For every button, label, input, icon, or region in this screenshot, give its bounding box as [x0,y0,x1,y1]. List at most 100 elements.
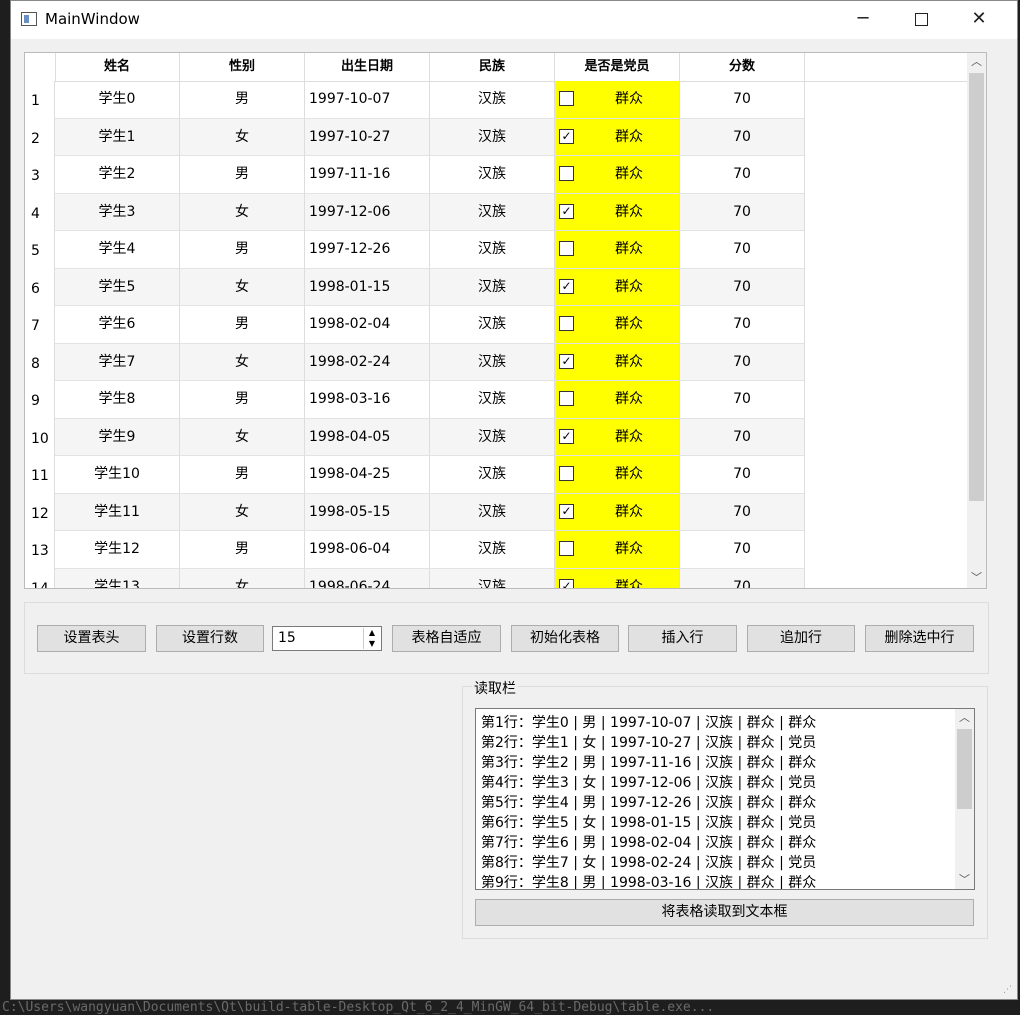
cell-party-member[interactable]: ✓ 群众 [555,268,680,306]
cell-birthdate[interactable]: 1998-04-25 [305,456,430,494]
scroll-up-icon[interactable]: ︿ [967,53,986,71]
cell-name[interactable]: 学生12 [55,531,180,569]
cell-ethnicity[interactable]: 汉族 [430,381,555,419]
cell-name[interactable]: 学生1 [55,118,180,156]
cell-name[interactable]: 学生5 [55,268,180,306]
row-number[interactable]: 7 [25,306,55,344]
spin-up-icon[interactable]: ▲ [364,628,380,638]
cell-ethnicity[interactable]: 汉族 [430,118,555,156]
cell-score[interactable]: 70 [680,193,805,231]
row-number[interactable]: 1 [25,81,55,119]
cell-sex[interactable]: 男 [180,231,305,269]
row-number[interactable]: 5 [25,231,55,269]
cell-party-member[interactable]: 群众 [555,156,680,194]
cell-birthdate[interactable]: 1998-02-04 [305,306,430,344]
cell-birthdate[interactable]: 1997-10-07 [305,81,430,119]
cell-birthdate[interactable]: 1997-11-16 [305,156,430,194]
table-corner-button[interactable] [25,53,56,81]
autofit-button[interactable]: 表格自适应 [392,625,501,652]
cell-sex[interactable]: 女 [180,343,305,381]
textbox-scroll-thumb[interactable] [957,729,972,809]
cell-name[interactable]: 学生9 [55,418,180,456]
cell-ethnicity[interactable]: 汉族 [430,81,555,119]
cell-sex[interactable]: 女 [180,418,305,456]
cell-ethnicity[interactable]: 汉族 [430,493,555,531]
cell-sex[interactable]: 男 [180,81,305,119]
row-number[interactable]: 9 [25,381,55,419]
table-row[interactable]: 11 学生10 男 1998-04-25 汉族 群众 70 [25,456,805,494]
cell-name[interactable]: 学生11 [55,493,180,531]
cell-sex[interactable]: 男 [180,531,305,569]
cell-score[interactable]: 70 [680,456,805,494]
cell-party-member[interactable]: ✓ 群众 [555,568,680,588]
table-row[interactable]: 8 学生7 女 1998-02-24 汉族 ✓ 群众 70 [25,343,805,381]
table-row[interactable]: 2 学生1 女 1997-10-27 汉族 ✓ 群众 70 [25,118,805,156]
cell-birthdate[interactable]: 1998-06-24 [305,568,430,588]
cell-party-member[interactable]: ✓ 群众 [555,418,680,456]
cell-name[interactable]: 学生13 [55,568,180,588]
cell-party-member[interactable]: ✓ 群众 [555,493,680,531]
row-number[interactable]: 6 [25,268,55,306]
table-row[interactable]: 4 学生3 女 1997-12-06 汉族 ✓ 群众 70 [25,193,805,231]
cell-score[interactable]: 70 [680,231,805,269]
delete-row-button[interactable]: 删除选中行 [865,625,974,652]
cell-sex[interactable]: 男 [180,156,305,194]
cell-ethnicity[interactable]: 汉族 [430,268,555,306]
cell-ethnicity[interactable]: 汉族 [430,418,555,456]
header-birthdate[interactable]: 出生日期 [305,53,430,81]
cell-birthdate[interactable]: 1998-06-04 [305,531,430,569]
cell-name[interactable]: 学生3 [55,193,180,231]
row-count-spinbox[interactable]: 15 ▲ ▼ [272,626,382,651]
cell-ethnicity[interactable]: 汉族 [430,193,555,231]
cell-score[interactable]: 70 [680,156,805,194]
row-number[interactable]: 11 [25,456,55,494]
cell-sex[interactable]: 男 [180,456,305,494]
table-row[interactable]: 10 学生9 女 1998-04-05 汉族 ✓ 群众 70 [25,418,805,456]
append-row-button[interactable]: 追加行 [747,625,855,652]
cell-party-member[interactable]: ✓ 群众 [555,118,680,156]
scroll-thumb[interactable] [969,73,984,501]
row-number[interactable]: 13 [25,531,55,569]
header-name[interactable]: 姓名 [55,53,180,81]
cell-party-member[interactable]: 群众 [555,231,680,269]
cell-name[interactable]: 学生0 [55,81,180,119]
textbox-scrollbar[interactable]: ︿ ﹀ [955,709,974,889]
cell-ethnicity[interactable]: 汉族 [430,456,555,494]
cell-birthdate[interactable]: 1997-10-27 [305,118,430,156]
cell-ethnicity[interactable]: 汉族 [430,531,555,569]
cell-party-member[interactable]: 群众 [555,81,680,119]
table-row[interactable]: 6 学生5 女 1998-01-15 汉族 ✓ 群众 70 [25,268,805,306]
cell-party-member[interactable]: ✓ 群众 [555,343,680,381]
table-row[interactable]: 1 学生0 男 1997-10-07 汉族 群众 70 [25,81,805,119]
scroll-down-icon[interactable]: ﹀ [967,569,986,587]
cell-score[interactable]: 70 [680,531,805,569]
cell-name[interactable]: 学生2 [55,156,180,194]
cell-name[interactable]: 学生7 [55,343,180,381]
cell-birthdate[interactable]: 1997-12-06 [305,193,430,231]
header-ethnicity[interactable]: 民族 [430,53,555,81]
cell-score[interactable]: 70 [680,568,805,588]
table-row[interactable]: 13 学生12 男 1998-06-04 汉族 群众 70 [25,531,805,569]
cell-ethnicity[interactable]: 汉族 [430,568,555,588]
cell-party-member[interactable]: 群众 [555,381,680,419]
cell-score[interactable]: 70 [680,418,805,456]
read-output-textbox[interactable]: 第1行：学生0 | 男 | 1997-10-07 | 汉族 | 群众 | 群众第… [475,708,975,890]
cell-score[interactable]: 70 [680,81,805,119]
spin-down-icon[interactable]: ▼ [364,639,380,649]
cell-ethnicity[interactable]: 汉族 [430,343,555,381]
cell-sex[interactable]: 男 [180,306,305,344]
table-row[interactable]: 14 学生13 女 1998-06-24 汉族 ✓ 群众 70 [25,568,805,588]
cell-name[interactable]: 学生10 [55,456,180,494]
cell-sex[interactable]: 女 [180,493,305,531]
row-number[interactable]: 3 [25,156,55,194]
cell-name[interactable]: 学生4 [55,231,180,269]
close-button[interactable]: ✕ [950,1,1008,39]
cell-party-member[interactable]: 群众 [555,531,680,569]
insert-row-button[interactable]: 插入行 [628,625,737,652]
textbox-scroll-up-icon[interactable]: ︿ [955,709,974,727]
cell-birthdate[interactable]: 1998-02-24 [305,343,430,381]
row-number[interactable]: 12 [25,493,55,531]
row-number[interactable]: 8 [25,343,55,381]
header-score[interactable]: 分数 [680,53,805,81]
cell-name[interactable]: 学生6 [55,306,180,344]
